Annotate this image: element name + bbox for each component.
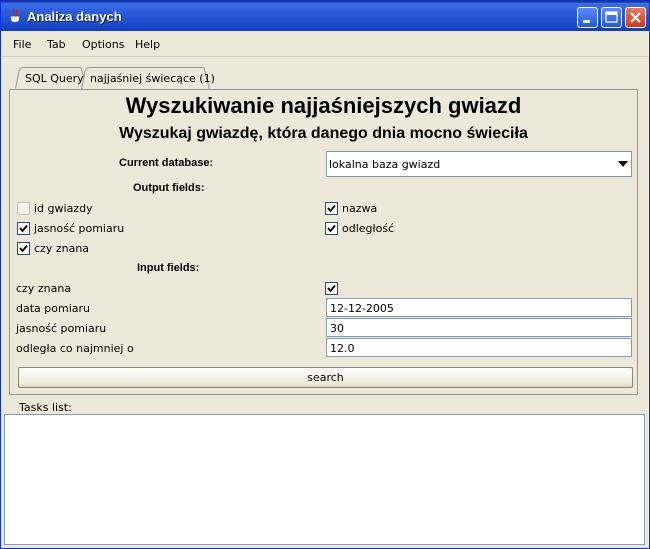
check-icon (19, 244, 28, 253)
odlegla-co-najmniej-input[interactable]: 12.0 (326, 338, 632, 357)
window-title: Analiza danych (27, 9, 122, 24)
check-icon (327, 204, 336, 213)
current-database-label: Current database: (119, 157, 214, 169)
tasks-list-label: Tasks list: (19, 401, 72, 414)
maximize-icon (605, 11, 618, 23)
query-panel: Wyszukiwanie najjaśniejszych gwiazd Wysz… (9, 89, 638, 395)
search-button[interactable]: search (18, 367, 633, 388)
chevron-down-icon (618, 161, 628, 167)
data-pomiaru-input[interactable]: 12-12-2005 (326, 298, 632, 317)
checkbox[interactable] (325, 222, 338, 235)
checkbox[interactable] (17, 202, 30, 215)
check-icon (19, 224, 28, 233)
close-button[interactable] (625, 7, 646, 28)
jasnosc-pomiaru-input[interactable]: 30 (326, 318, 632, 337)
input-label-odlegla: odległa co najmniej o (16, 342, 134, 355)
database-select[interactable]: lokalna baza gwiazd (326, 151, 632, 177)
checkbox[interactable] (17, 242, 30, 255)
check-icon (327, 224, 336, 233)
app-window: Analiza danych File Tab Options Help SQL… (0, 0, 650, 549)
input-label-data-pomiaru: data pomiaru (16, 302, 90, 315)
input-fields-label: Input fields: (137, 262, 200, 274)
checkbox[interactable] (325, 282, 338, 295)
input-label-jasnosc-pomiaru: jasność pomiaru (16, 322, 107, 335)
menu-help[interactable]: Help (135, 38, 160, 51)
tab-label: najjaśniej świecące (1) (90, 72, 215, 85)
checkbox-label: jasność pomiaru (34, 222, 125, 235)
title-bar[interactable]: Analiza danych (1, 1, 649, 31)
checkbox-label: id gwiazdy (34, 202, 93, 215)
tab-najjasniej-swiecace[interactable]: najjaśniej świecące (1) (81, 67, 215, 90)
menu-file[interactable]: File (13, 38, 31, 51)
close-icon (630, 12, 641, 23)
menu-bar: File Tab Options Help (1, 32, 649, 57)
checkbox-label: odległość (342, 222, 395, 235)
maximize-button[interactable] (601, 7, 622, 28)
page-subtitle: Wyszukaj gwiazdę, która danego dnia mocn… (119, 125, 528, 142)
menu-tab[interactable]: Tab (47, 38, 66, 51)
input-label-czy-znana: czy znana (16, 282, 72, 295)
java-cup-icon (9, 8, 22, 23)
tab-strip: SQL Query najjaśniej świecące (1) (1, 67, 649, 91)
menu-options[interactable]: Options (82, 38, 124, 51)
tasks-list[interactable] (4, 414, 645, 545)
checkbox[interactable] (325, 202, 338, 215)
checkbox-label: czy znana (34, 242, 90, 255)
page-title: Wyszukiwanie najjaśniejszych gwiazd (125, 93, 522, 118)
check-icon (327, 284, 336, 293)
database-select-value: lokalna baza gwiazd (329, 158, 441, 171)
minimize-button[interactable] (577, 7, 598, 28)
minimize-icon (583, 20, 590, 23)
checkbox[interactable] (17, 222, 30, 235)
checkbox-label: nazwa (342, 202, 378, 215)
output-fields-label: Output fields: (133, 182, 205, 194)
tab-sql-query[interactable]: SQL Query (15, 67, 87, 89)
tab-label: SQL Query (25, 72, 84, 85)
